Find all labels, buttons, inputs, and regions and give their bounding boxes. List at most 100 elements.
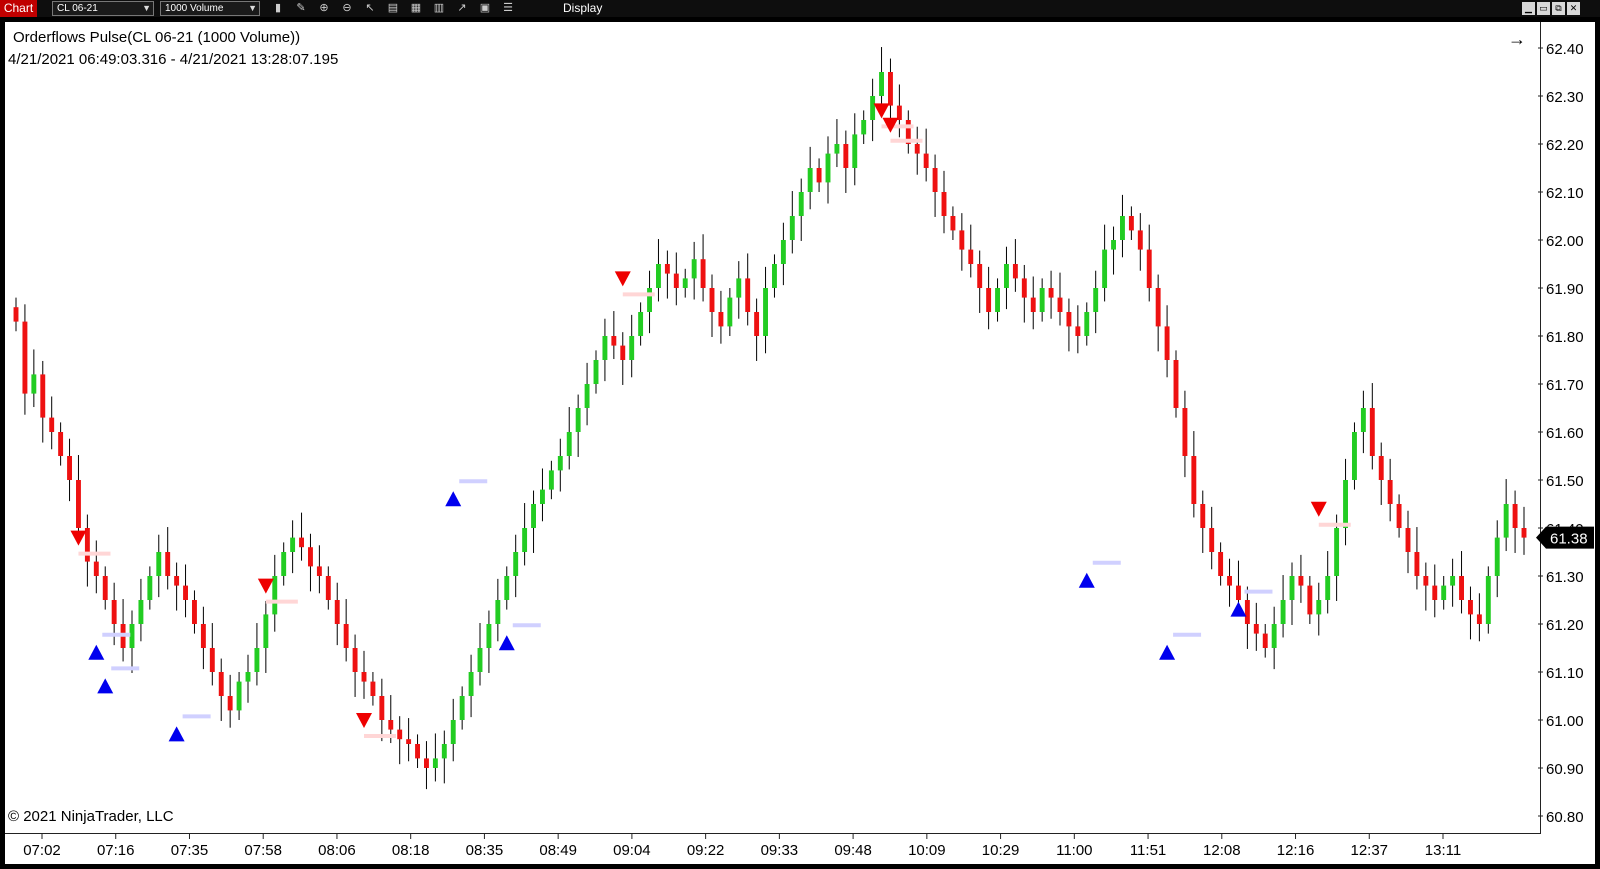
candle-body — [602, 336, 608, 360]
buy-signal-marker — [498, 635, 515, 651]
candle-body — [682, 278, 688, 288]
candle-body — [923, 153, 929, 168]
candle-body — [772, 264, 777, 288]
candle-body — [1030, 297, 1036, 312]
candle-body — [941, 192, 947, 216]
candle-body — [1298, 576, 1304, 586]
y-tick-label: 62.40 — [1546, 41, 1584, 58]
candle-body — [709, 288, 715, 312]
arrow-right-icon[interactable]: → — [1508, 29, 1526, 50]
sell-signal-marker — [356, 713, 372, 728]
candle-body — [1066, 312, 1072, 327]
candle-body — [361, 672, 367, 682]
candle-body — [664, 264, 670, 274]
candle-body — [200, 624, 206, 648]
candle-body — [691, 259, 697, 279]
y-tick-label: 61.20 — [1546, 617, 1584, 634]
candle-body — [745, 278, 751, 312]
candle-body — [656, 264, 661, 288]
candle-body — [700, 259, 706, 288]
candle-body — [825, 153, 831, 183]
candle-body — [1494, 537, 1500, 576]
candle-body — [308, 547, 313, 567]
candle-body — [272, 576, 278, 615]
price-chart[interactable]: 62.40 62.30 62.20 62.10 62.00 61.90 61.80 61.70… — [0, 0, 1600, 869]
x-tick-label: 12:37 — [1350, 842, 1388, 859]
candle-body — [852, 134, 858, 168]
candle-body — [93, 561, 99, 576]
buy-signal-marker — [1078, 572, 1095, 588]
candle-body — [1128, 216, 1134, 231]
candle-body — [986, 288, 992, 312]
candle-body — [531, 504, 536, 528]
candle-body — [1325, 576, 1331, 600]
candle-body — [468, 672, 474, 696]
candle-body — [334, 600, 340, 624]
candle-body — [1236, 585, 1241, 600]
candle-body — [1450, 576, 1456, 586]
candle-body — [504, 576, 510, 600]
candle-body — [1146, 249, 1152, 288]
candle-body — [673, 273, 679, 288]
candle-body — [1218, 552, 1224, 576]
candle-body — [174, 576, 180, 586]
candle-body — [977, 264, 983, 288]
x-tick-label: 09:48 — [834, 842, 872, 859]
candle-body — [1262, 633, 1268, 648]
candle-body — [1120, 216, 1125, 240]
candle-body — [1485, 576, 1491, 624]
candle-body — [557, 456, 563, 471]
y-tick-label: 61.60 — [1546, 425, 1584, 442]
candle-body — [950, 216, 956, 231]
candle-body — [325, 576, 331, 600]
candle-body — [424, 758, 429, 768]
y-tick-label: 61.00 — [1546, 713, 1584, 730]
sell-signal-marker — [614, 271, 631, 287]
candle-body — [1200, 504, 1206, 528]
y-tick-label: 62.20 — [1546, 137, 1584, 154]
candle-body — [1476, 614, 1482, 624]
candle-body — [736, 278, 742, 298]
candle-body — [192, 600, 197, 624]
chart-window: Chart CL 06-21 ▼ 1000 Volume ▼ ▮ ✎ ⊕ ⊖ ↖… — [0, 0, 1600, 869]
candle-body — [67, 456, 72, 480]
candle-body — [1396, 504, 1402, 528]
x-tick-label: 09:22 — [687, 842, 725, 859]
x-tick-label: 08:18 — [392, 842, 430, 859]
candle-body — [147, 576, 153, 600]
candle-body — [183, 585, 188, 600]
candle-body — [58, 432, 64, 456]
candle-body — [932, 168, 938, 192]
candle-body — [1459, 576, 1464, 600]
candle-body — [1039, 288, 1045, 312]
buy-signal-marker — [445, 491, 462, 507]
candle-body — [861, 120, 867, 135]
candle-body — [352, 648, 358, 672]
candle-body — [290, 537, 296, 552]
candle-body — [343, 624, 349, 648]
candle-body — [1164, 326, 1170, 360]
chart-title: Orderflows Pulse(CL 06-21 (1000 Volume)) — [13, 29, 301, 46]
candle-body — [834, 144, 840, 154]
candle-body — [1012, 264, 1018, 279]
candle-body — [22, 321, 28, 394]
candle-body — [1378, 456, 1384, 480]
candle-body — [165, 552, 171, 576]
x-tick-label: 09:04 — [613, 842, 651, 859]
candle-body — [1316, 600, 1322, 615]
candle-body — [227, 696, 233, 711]
candle-body — [914, 144, 920, 154]
x-tick-label: 08:06 — [318, 842, 356, 859]
candle-body — [209, 648, 215, 672]
candle-body — [84, 528, 90, 562]
candle-body — [888, 72, 893, 106]
candle-body — [593, 360, 599, 384]
x-tick-label: 08:49 — [539, 842, 577, 859]
candle-body — [1503, 504, 1509, 538]
candle-body — [432, 758, 438, 768]
candle-body — [1280, 600, 1286, 624]
candle-body — [406, 739, 412, 744]
candle-body — [1191, 456, 1197, 504]
sell-signal-marker — [1310, 501, 1327, 517]
y-tick-label: 60.90 — [1546, 761, 1584, 778]
